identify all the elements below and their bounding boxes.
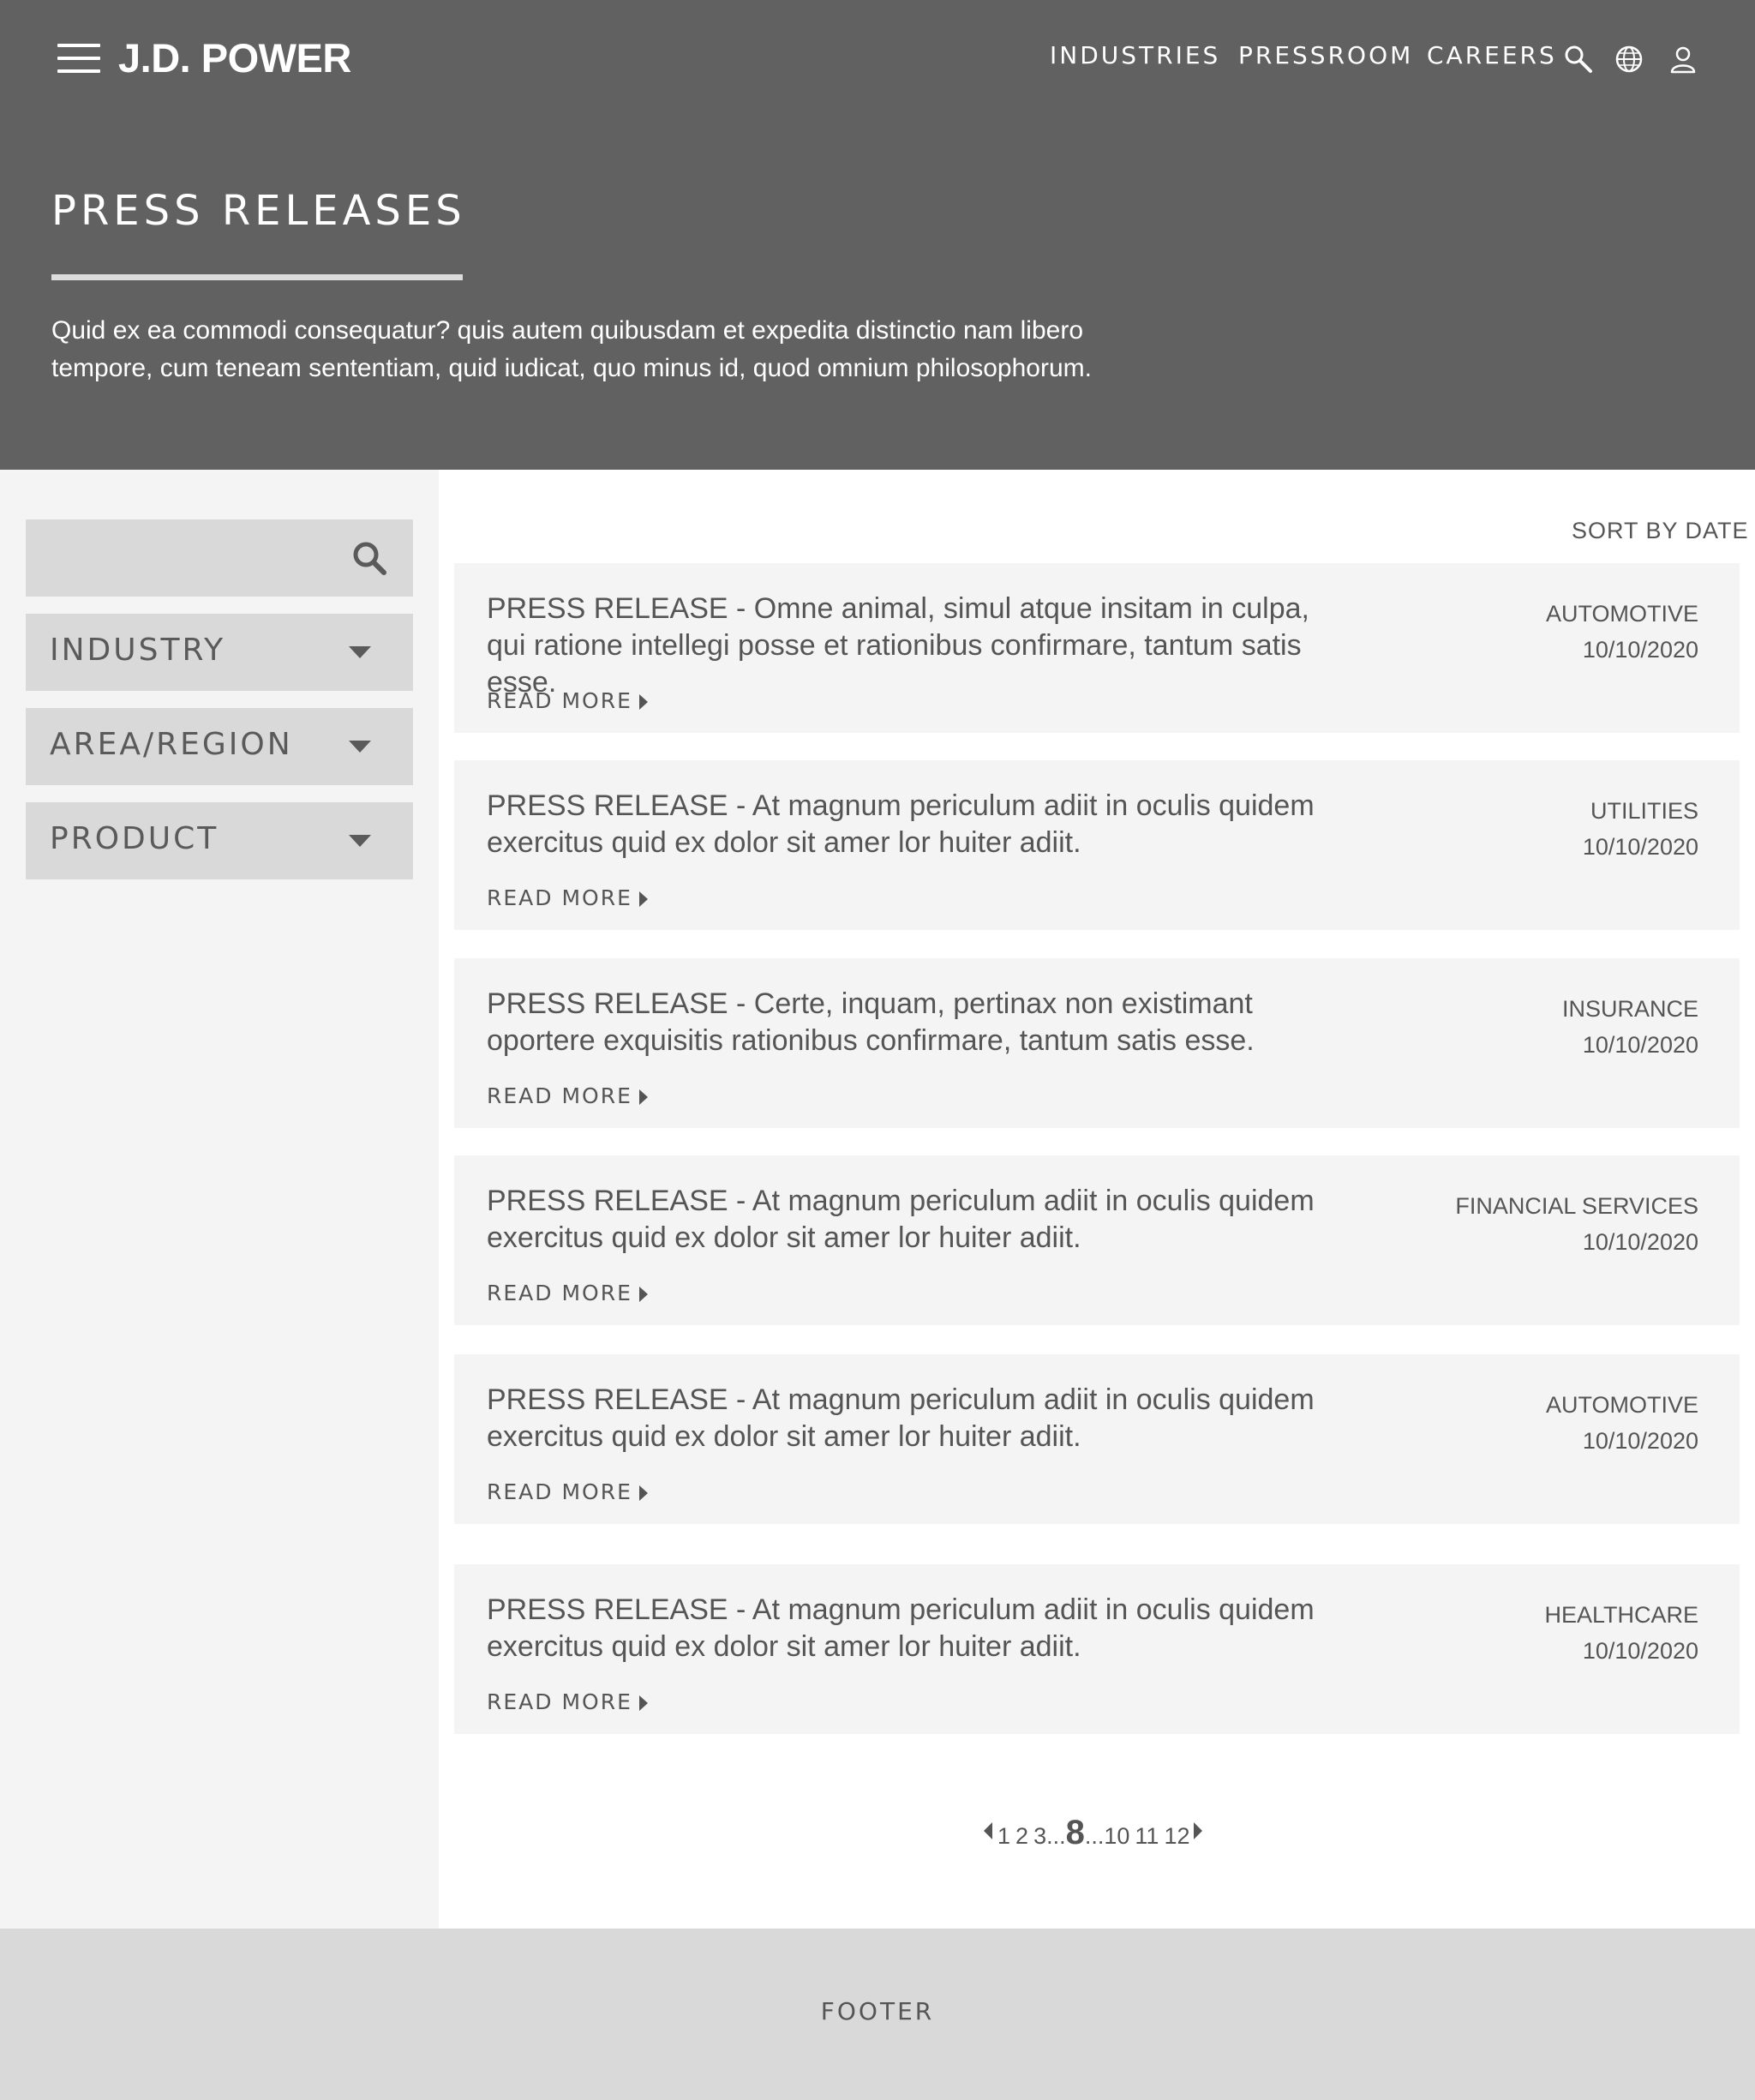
title-divider <box>51 274 463 280</box>
release-category: FINANCIAL SERVICES <box>1455 1193 1698 1219</box>
user-icon[interactable] <box>1668 45 1698 74</box>
page-header: J.D. POWER INDUSTRIES PRESSROOM CAREERS … <box>0 0 1755 470</box>
page-link[interactable]: 11 <box>1135 1823 1159 1850</box>
release-date: 10/10/2020 <box>1582 1638 1698 1664</box>
chevron-down-icon <box>349 646 371 658</box>
release-category: AUTOMOTIVE <box>1545 1392 1698 1418</box>
read-more-label: READ MORE <box>487 688 632 713</box>
page-link[interactable]: 10 <box>1104 1823 1129 1850</box>
release-category: UTILITIES <box>1590 798 1698 824</box>
filter-area-region[interactable]: AREA/REGION <box>26 708 413 785</box>
read-more-label: READ MORE <box>487 885 632 910</box>
press-release-title[interactable]: PRESS RELEASE - At magnum periculum adii… <box>487 788 1352 861</box>
page-title: PRESS RELEASES <box>51 187 466 235</box>
search-box <box>26 519 413 597</box>
release-category: AUTOMOTIVE <box>1545 601 1698 627</box>
read-more-link[interactable]: READ MORE <box>487 1281 648 1305</box>
search-icon[interactable] <box>1564 45 1593 74</box>
read-more-link[interactable]: READ MORE <box>487 1083 648 1108</box>
chevron-right-icon <box>638 694 648 710</box>
sort-by-date-dropdown[interactable]: SORT BY DATE <box>1572 518 1755 544</box>
release-date: 10/10/2020 <box>1582 1032 1698 1058</box>
filter-sidebar: INDUSTRY AREA/REGION PRODUCT <box>0 470 439 1929</box>
search-icon[interactable] <box>351 540 387 576</box>
press-release-card: PRESS RELEASE - At magnum periculum adii… <box>454 1155 1740 1325</box>
press-release-card: PRESS RELEASE - Omne animal, simul atque… <box>454 563 1740 733</box>
release-category: INSURANCE <box>1561 996 1698 1022</box>
sort-label: SORT BY DATE <box>1572 518 1749 543</box>
page-link[interactable]: 3 <box>1033 1823 1046 1850</box>
press-release-card: PRESS RELEASE - At magnum periculum adii… <box>454 1564 1740 1734</box>
filter-label: INDUSTRY <box>50 633 226 668</box>
release-date: 10/10/2020 <box>1582 637 1698 663</box>
pagination-ellipsis: ... <box>1084 1823 1105 1849</box>
press-release-title[interactable]: PRESS RELEASE - At magnum periculum adii… <box>487 1183 1352 1257</box>
filter-label: PRODUCT <box>50 821 219 856</box>
globe-icon[interactable] <box>1614 45 1644 74</box>
press-release-card: PRESS RELEASE - At magnum periculum adii… <box>454 1354 1740 1524</box>
nav-pressroom[interactable]: PRESSROOM <box>1238 41 1413 69</box>
nav-careers[interactable]: CAREERS <box>1427 41 1557 69</box>
current-page: 8 <box>1065 1814 1085 1851</box>
chevron-right-icon <box>638 1485 648 1501</box>
read-more-label: READ MORE <box>487 1281 632 1305</box>
read-more-link[interactable]: READ MORE <box>487 1689 648 1714</box>
page-link[interactable]: 2 <box>1015 1823 1028 1850</box>
press-release-card: PRESS RELEASE - At magnum periculum adii… <box>454 760 1740 930</box>
chevron-down-icon <box>349 741 371 753</box>
press-release-title[interactable]: PRESS RELEASE - At magnum periculum adii… <box>487 1382 1352 1455</box>
filter-label: AREA/REGION <box>50 727 293 762</box>
pagination-ellipsis: ... <box>1046 1823 1066 1849</box>
chevron-right-icon <box>638 1089 648 1105</box>
page-link[interactable]: 1 <box>997 1823 1010 1850</box>
press-release-card: PRESS RELEASE - Certe, inquam, pertinax … <box>454 958 1740 1128</box>
press-release-title[interactable]: PRESS RELEASE - At magnum periculum adii… <box>487 1592 1352 1665</box>
chevron-right-icon <box>638 1287 648 1302</box>
read-more-link[interactable]: READ MORE <box>487 885 648 910</box>
menu-icon[interactable] <box>57 42 100 75</box>
read-more-link[interactable]: READ MORE <box>487 688 648 713</box>
read-more-label: READ MORE <box>487 1083 632 1108</box>
next-page-icon[interactable] <box>1193 1822 1202 1839</box>
page-intro: Quid ex ea commodi consequatur? quis aut… <box>51 316 1092 382</box>
chevron-right-icon <box>638 1695 648 1711</box>
pagination: 1 2 3 ... 8 ... 10 11 12 <box>984 1814 1202 1851</box>
release-category: HEALTHCARE <box>1544 1602 1698 1628</box>
page-footer: FOOTER <box>0 1929 1755 2100</box>
read-more-label: READ MORE <box>487 1479 632 1504</box>
release-date: 10/10/2020 <box>1582 1229 1698 1255</box>
release-date: 10/10/2020 <box>1582 834 1698 860</box>
read-more-label: READ MORE <box>487 1689 632 1714</box>
logo[interactable]: J.D. POWER <box>118 34 351 81</box>
chevron-right-icon <box>638 891 648 907</box>
nav-industries[interactable]: INDUSTRIES <box>1050 41 1220 69</box>
release-date: 10/10/2020 <box>1582 1428 1698 1454</box>
filter-product[interactable]: PRODUCT <box>26 802 413 879</box>
read-more-link[interactable]: READ MORE <box>487 1479 648 1504</box>
footer-label: FOOTER <box>820 1997 935 2025</box>
chevron-down-icon <box>349 835 371 847</box>
search-input[interactable] <box>26 519 343 597</box>
filter-industry[interactable]: INDUSTRY <box>26 614 413 691</box>
previous-page-icon[interactable] <box>984 1822 992 1839</box>
press-release-title[interactable]: PRESS RELEASE - Certe, inquam, pertinax … <box>487 986 1352 1059</box>
page-link[interactable]: 12 <box>1164 1823 1189 1850</box>
press-release-title[interactable]: PRESS RELEASE - Omne animal, simul atque… <box>487 591 1352 701</box>
